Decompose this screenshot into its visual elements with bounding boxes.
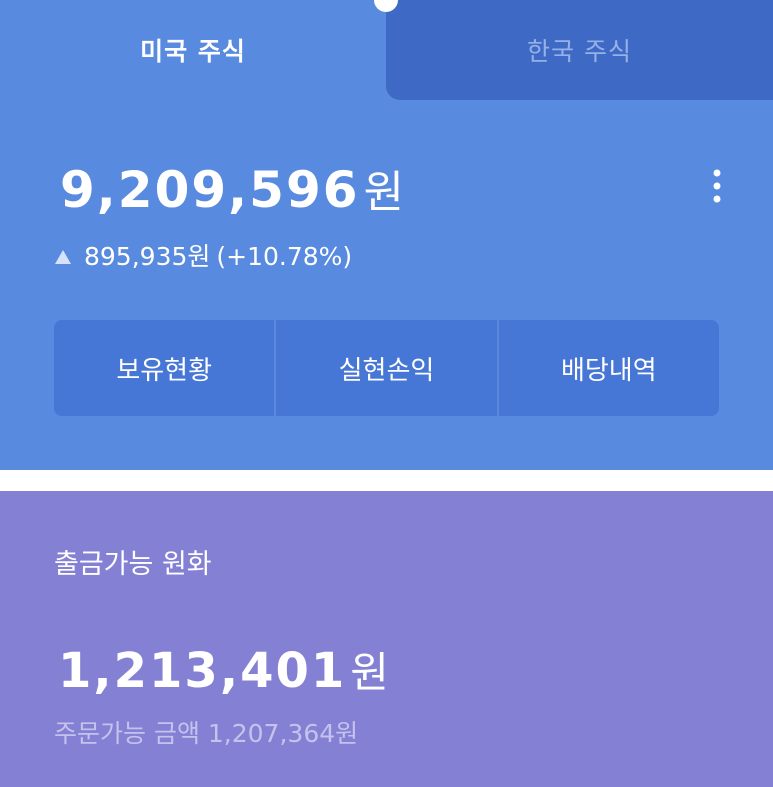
more-vertical-icon bbox=[713, 169, 721, 203]
up-triangle-icon bbox=[55, 250, 71, 264]
portfolio-actions: 보유현황 실현손익 배당내역 bbox=[54, 320, 719, 416]
tab-kr-stocks[interactable]: 한국 주식 bbox=[386, 0, 773, 100]
tab-us-stocks[interactable]: 미국 주식 bbox=[0, 0, 386, 100]
total-value: 9,209,596원 bbox=[60, 158, 406, 225]
orderable-amount: 주문가능 금액 1,207,364원 bbox=[54, 719, 359, 748]
change-amount: 895,935원 bbox=[84, 242, 211, 271]
dividend-history-button[interactable]: 배당내역 bbox=[498, 320, 719, 416]
change-percent: (+10.78%) bbox=[216, 242, 353, 271]
tab-kr-stocks-label: 한국 주식 bbox=[527, 37, 632, 66]
withdrawable-amount: 1,213,401원 bbox=[58, 641, 391, 703]
total-value-amount: 9,209,596 bbox=[60, 161, 360, 219]
holdings-button[interactable]: 보유현황 bbox=[54, 320, 275, 416]
tab-us-stocks-label: 미국 주식 bbox=[140, 37, 246, 66]
realized-pnl-button[interactable]: 실현손익 bbox=[276, 320, 497, 416]
withdrawable-label: 출금가능 원화 bbox=[54, 549, 212, 580]
change-summary: 895,935원 (+10.78%) bbox=[54, 240, 352, 274]
market-tab-bar: 미국 주식 한국 주식 bbox=[0, 0, 773, 100]
us-stock-summary-card: 미국 주식 한국 주식 9,209,596원 895,935원 (+10.78%… bbox=[0, 0, 773, 470]
section-divider bbox=[0, 470, 773, 491]
withdrawable-amount-unit: 원 bbox=[350, 648, 391, 697]
total-value-unit: 원 bbox=[363, 167, 407, 218]
more-options-button[interactable] bbox=[700, 166, 734, 206]
withdrawable-amount-value: 1,213,401 bbox=[58, 643, 347, 699]
withdrawable-krw-card: 출금가능 원화 1,213,401원 주문가능 금액 1,207,364원 bbox=[0, 491, 773, 787]
